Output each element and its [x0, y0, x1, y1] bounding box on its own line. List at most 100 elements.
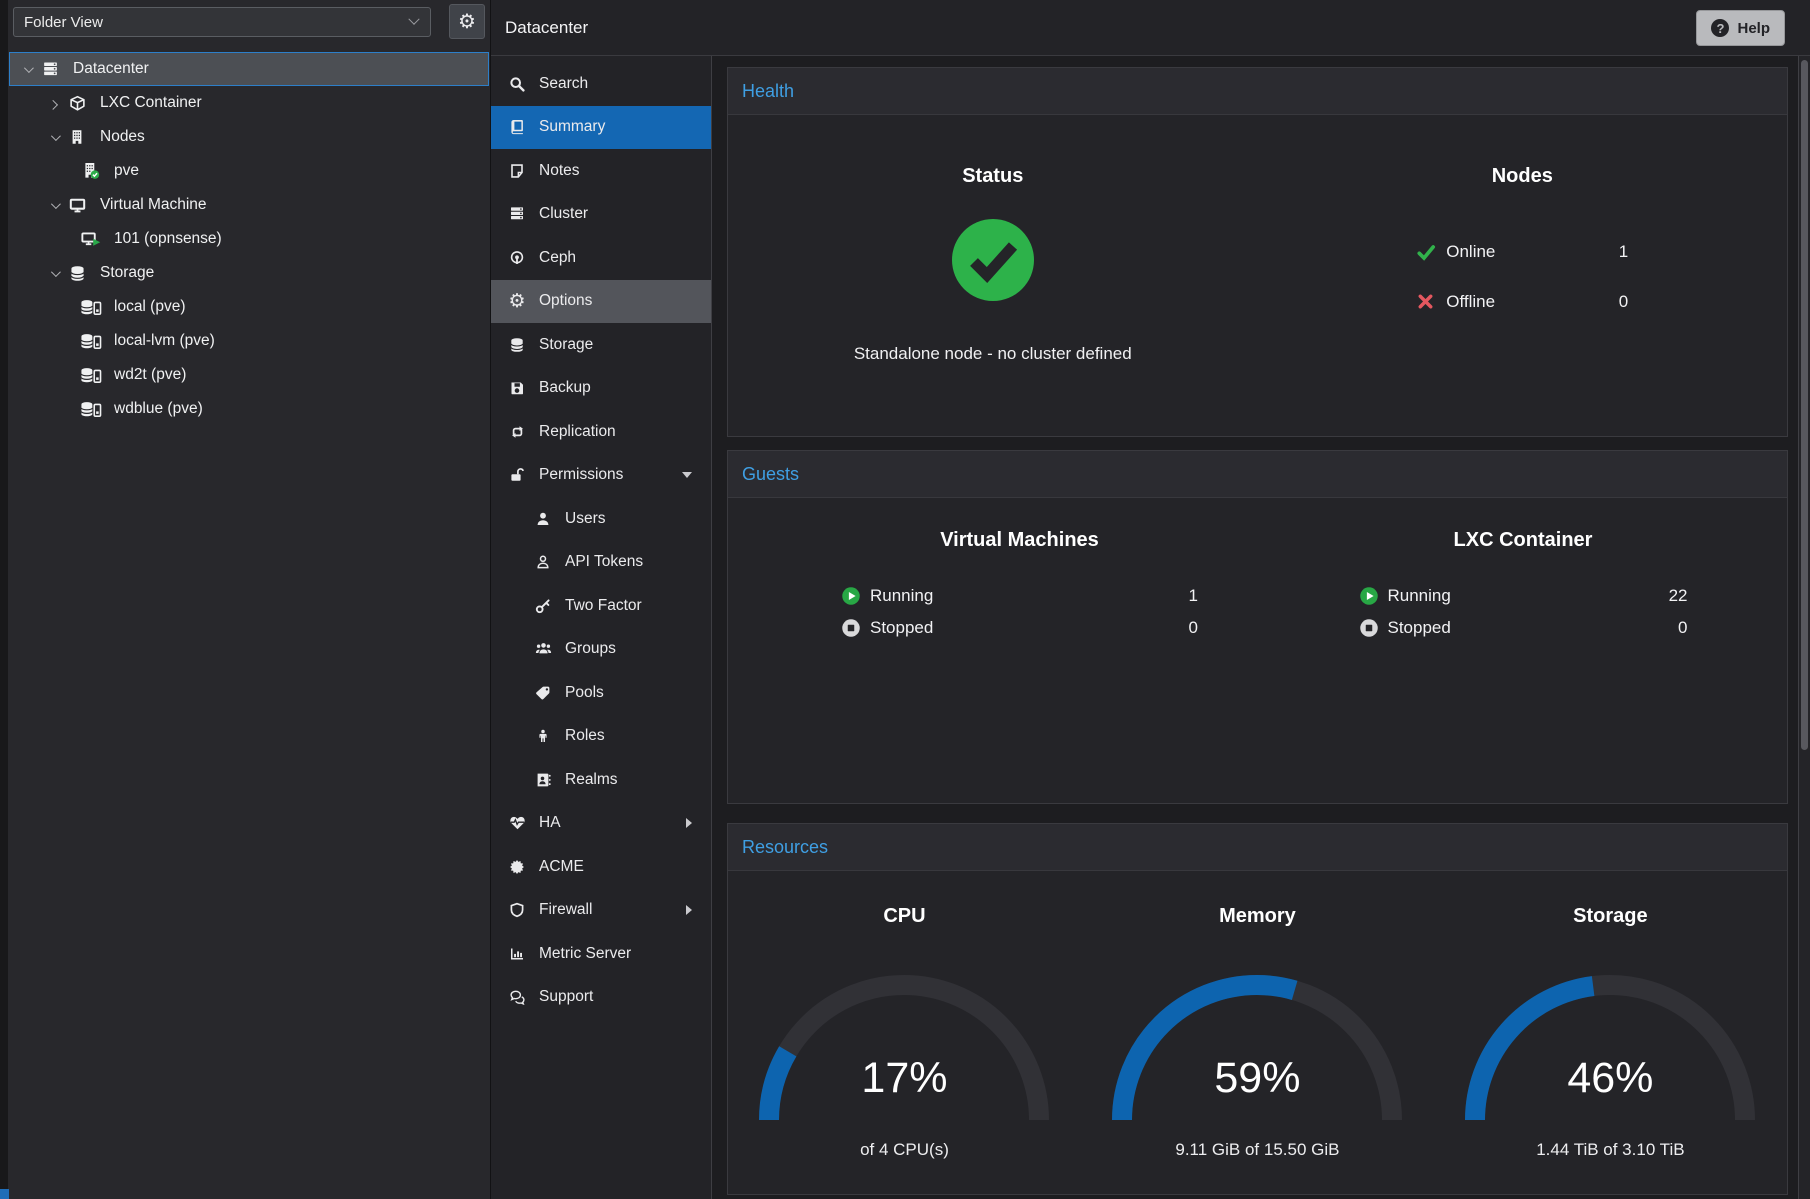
nav-item-label: API Tokens: [565, 553, 643, 571]
tree-item-vm-101[interactable]: 101 (opnsense): [8, 222, 490, 256]
tree-item-storage-local[interactable]: local (pve): [8, 290, 490, 324]
resources-panel-title: Resources: [728, 824, 1787, 871]
vm-stopped-value: 0: [1189, 618, 1198, 638]
nav-item-label: Roles: [565, 727, 605, 745]
memory-gauge-sublabel: 9.11 GiB of 15.50 GiB: [1175, 1140, 1339, 1160]
vm-running-value: 1: [1189, 586, 1198, 606]
health-panel: Health Status Standalone node - no clust…: [727, 67, 1788, 437]
tree-item-label: pve: [114, 162, 139, 180]
vm-running-label: Running: [870, 586, 933, 606]
nav-item-ha[interactable]: HA: [491, 802, 711, 846]
storage-gauge-value: 46%: [1460, 1054, 1760, 1103]
caret-collapsed-icon: [48, 99, 58, 109]
nodes-title: Nodes: [1492, 165, 1553, 189]
nodes-offline-row: Offline 0: [1416, 289, 1628, 315]
help-button[interactable]: ? Help: [1696, 10, 1785, 46]
memory-gauge-value: 59%: [1107, 1054, 1407, 1103]
tree-item-nodes[interactable]: Nodes: [8, 120, 490, 154]
monitor-icon: [64, 197, 90, 214]
tree-item-lxc-container[interactable]: LXC Container: [8, 86, 490, 120]
check-icon: [1416, 242, 1437, 263]
lxc-running-value: 22: [1669, 586, 1688, 606]
tree-item-storage-wd2t[interactable]: wd2t (pve): [8, 358, 490, 392]
nav-item-search[interactable]: Search: [491, 62, 711, 106]
nav-item-api-tokens[interactable]: API Tokens: [491, 541, 711, 585]
question-circle-icon: ?: [1711, 19, 1729, 37]
tree-item-label: local (pve): [114, 298, 186, 316]
nav-item-pools[interactable]: Pools: [491, 671, 711, 715]
tree-item-storage[interactable]: Storage: [8, 256, 490, 290]
resource-tree-panel: Folder View ⚙ Datacenter LXC Container: [8, 0, 491, 1199]
tree-item-label: Nodes: [100, 128, 145, 146]
cpu-gauge-sublabel: of 4 CPU(s): [860, 1140, 949, 1160]
lxc-running-row: Running 22: [1359, 583, 1688, 609]
database-icon: [507, 337, 527, 353]
virtual-machines-column: Virtual Machines Running 1 Stopped 0: [728, 498, 1258, 641]
nav-item-roles[interactable]: Roles: [491, 715, 711, 759]
nav-item-cluster[interactable]: Cluster: [491, 193, 711, 237]
nav-item-realms[interactable]: Realms: [491, 758, 711, 802]
nav-item-label: Cluster: [539, 205, 588, 223]
tree-expander[interactable]: [44, 100, 64, 107]
nav-item-options[interactable]: ⚙ Options: [491, 280, 711, 324]
nav-item-storage[interactable]: Storage: [491, 323, 711, 367]
lxc-title: LXC Container: [1454, 529, 1593, 553]
tree-item-label: 101 (opnsense): [114, 230, 222, 248]
vertical-scrollbar[interactable]: [1798, 56, 1810, 1199]
vm-stopped-row: Stopped 0: [841, 615, 1198, 641]
tree-item-pve[interactable]: pve: [8, 154, 490, 188]
tree-expander[interactable]: [44, 202, 64, 209]
nav-item-label: Options: [539, 292, 592, 310]
nav-item-two-factor[interactable]: Two Factor: [491, 584, 711, 628]
cpu-gauge-value: 17%: [754, 1054, 1054, 1103]
tree-item-storage-wdblue[interactable]: wdblue (pve): [8, 392, 490, 426]
nav-item-groups[interactable]: Groups: [491, 628, 711, 672]
nav-item-label: Notes: [539, 162, 580, 180]
vm-running-row: Running 1: [841, 583, 1198, 609]
caret-expanded-icon: [50, 131, 60, 141]
caret-collapsed-icon[interactable]: [686, 905, 692, 915]
tree-settings-button[interactable]: ⚙: [449, 4, 485, 39]
lxc-stopped-value: 0: [1678, 618, 1687, 638]
note-icon: [507, 163, 527, 179]
floppy-icon: [507, 380, 527, 396]
scrollbar-thumb[interactable]: [1801, 60, 1808, 750]
view-mode-select[interactable]: Folder View: [13, 7, 431, 37]
unlock-icon: [507, 467, 527, 483]
tree-item-storage-local-lvm[interactable]: local-lvm (pve): [8, 324, 490, 358]
nav-item-users[interactable]: Users: [491, 497, 711, 541]
nav-item-support[interactable]: Support: [491, 976, 711, 1020]
storage-drive-icon: [78, 401, 104, 418]
nav-item-label: ACME: [539, 858, 584, 876]
nav-item-summary[interactable]: Summary: [491, 106, 711, 150]
tree-expander[interactable]: [44, 270, 64, 277]
nav-item-firewall[interactable]: Firewall: [491, 889, 711, 933]
comments-icon: [507, 989, 527, 1005]
tree-item-datacenter[interactable]: Datacenter: [9, 52, 489, 86]
lxc-running-label: Running: [1388, 586, 1451, 606]
tree-item-virtual-machine[interactable]: Virtual Machine: [8, 188, 490, 222]
health-panel-title: Health: [728, 68, 1787, 115]
caret-expanded-icon[interactable]: [682, 472, 692, 478]
guests-panel: Guests Virtual Machines Running 1 Stoppe…: [727, 450, 1788, 804]
storage-drive-icon: [78, 367, 104, 384]
nav-item-label: Metric Server: [539, 945, 631, 963]
nav-item-metric-server[interactable]: Metric Server: [491, 932, 711, 976]
caret-expanded-icon: [50, 199, 60, 209]
nav-item-label: Groups: [565, 640, 616, 658]
lxc-stopped-label: Stopped: [1388, 618, 1451, 638]
tree-expander[interactable]: [17, 66, 37, 73]
nav-item-replication[interactable]: Replication: [491, 410, 711, 454]
storage-drive-icon: [78, 333, 104, 350]
nodes-offline-label: Offline: [1446, 292, 1495, 312]
caret-collapsed-icon[interactable]: [686, 818, 692, 828]
times-icon: [1416, 292, 1437, 313]
nav-item-permissions[interactable]: Permissions: [491, 454, 711, 498]
person-icon: [533, 728, 553, 744]
tree-expander[interactable]: [44, 134, 64, 141]
nav-item-ceph[interactable]: Ceph: [491, 236, 711, 280]
nav-item-notes[interactable]: Notes: [491, 149, 711, 193]
nodes-online-row: Online 1: [1416, 239, 1628, 265]
nav-item-backup[interactable]: Backup: [491, 367, 711, 411]
nav-item-acme[interactable]: ACME: [491, 845, 711, 889]
